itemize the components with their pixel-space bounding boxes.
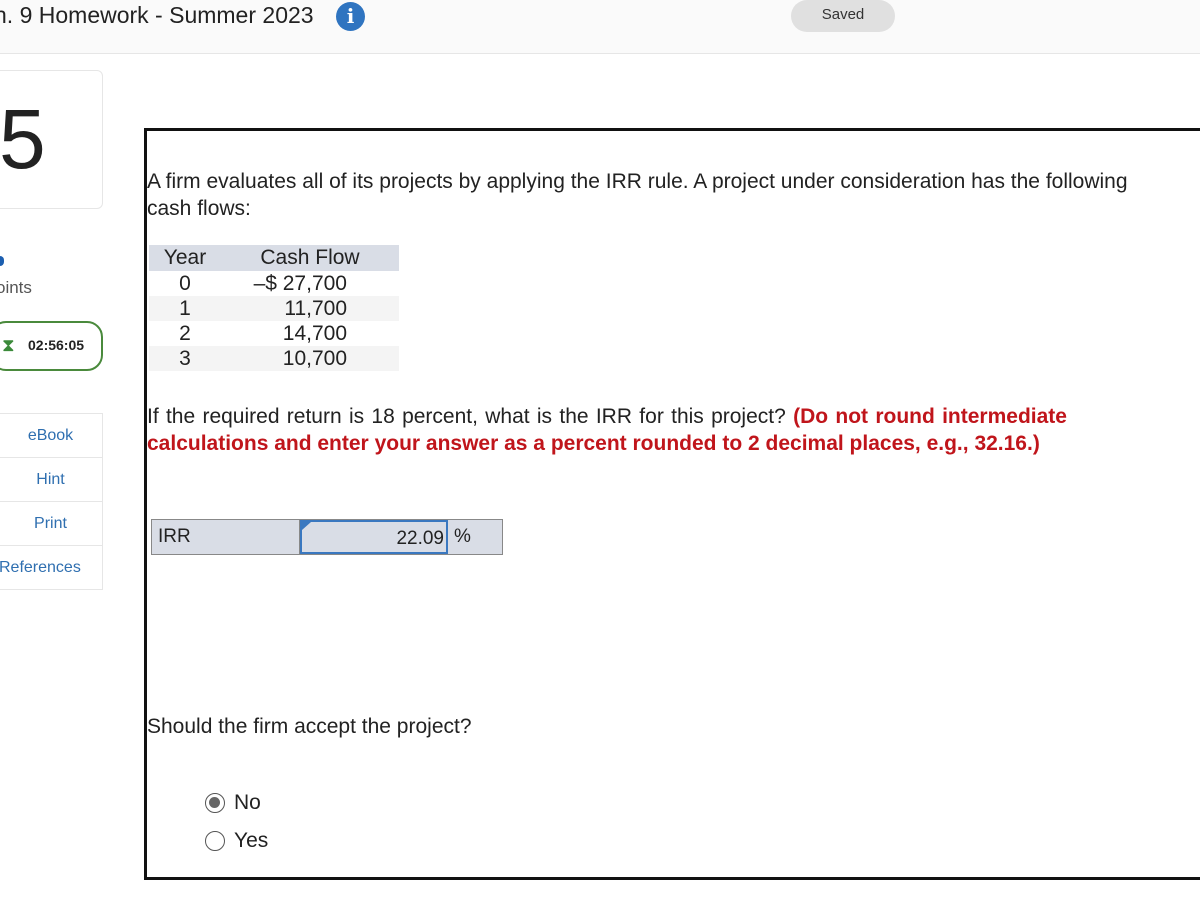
table-row: 0 –$ 27,700 (149, 271, 399, 296)
radio-yes[interactable] (205, 831, 225, 851)
irr-label: IRR (152, 520, 300, 554)
references-link[interactable]: References (0, 545, 102, 589)
prompt-text: If the required return is 18 percent, wh… (147, 405, 786, 428)
points-label: oints (0, 278, 32, 297)
timer: ⧗ 02:56:05 (0, 321, 103, 371)
ebook-link[interactable]: eBook (0, 413, 102, 457)
header: h. 9 Homework - Summer 2023 i Saved (0, 0, 1200, 54)
assignment-title: h. 9 Homework - Summer 2023 (0, 2, 314, 28)
year-cell: 2 (179, 321, 191, 345)
cash-flow-table: Year Cash Flow 0 –$ 27,700 1 11,700 2 14,700… (149, 245, 399, 371)
resources-menu: eBook Hint Print References (0, 413, 103, 590)
timer-value: 02:56:05 (28, 337, 85, 353)
points-indicator (0, 256, 4, 266)
option-yes[interactable]: Yes (205, 829, 268, 853)
question-panel: A firm evaluates all of its projects by … (144, 128, 1200, 880)
header-year: Year (149, 245, 221, 271)
irr-answer-row: IRR 22.09 % (151, 519, 503, 555)
header-cash-flow: Cash Flow (221, 245, 399, 271)
cash-flow-cell: 14,700 (282, 321, 347, 345)
info-icon[interactable]: i (336, 2, 365, 31)
year-cell: 0 (179, 271, 191, 295)
year-cell: 1 (149, 296, 221, 321)
table-row: 2 14,700 (149, 321, 399, 346)
saved-status: Saved (791, 0, 895, 32)
question-intro: A firm evaluates all of its projects by … (147, 170, 1128, 220)
question-prompt: If the required return is 18 percent, wh… (147, 403, 1067, 457)
cash-flow-cell: –$ 27,700 (253, 271, 347, 295)
irr-input[interactable]: 22.09 (300, 520, 448, 554)
accept-prompt: Should the firm accept the project? (147, 715, 472, 738)
option-no-label: No (234, 791, 261, 814)
table-row: 3 10,700 (149, 346, 399, 371)
year-cell: 3 (149, 346, 221, 371)
cash-flow-cell: 11,700 (221, 296, 399, 321)
table-row: 1 11,700 (149, 296, 399, 321)
option-yes-label: Yes (234, 829, 269, 852)
hourglass-icon: ⧗ (2, 335, 15, 355)
option-no[interactable]: No (205, 791, 261, 815)
hint-link[interactable]: Hint (0, 457, 102, 501)
question-number: 5 (0, 92, 46, 186)
radio-no[interactable] (205, 793, 225, 813)
print-link[interactable]: Print (0, 501, 102, 545)
cash-flow-cell: 10,700 (221, 346, 399, 371)
percent-unit: % (454, 526, 471, 547)
question-number-card: 5 (0, 70, 103, 209)
